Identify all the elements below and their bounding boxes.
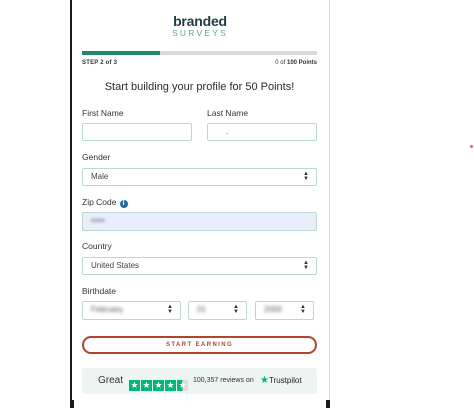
zip-label-text: Zip Code — [82, 197, 117, 207]
logo-subtitle: SURVEYS — [172, 28, 228, 38]
gender-value: Male — [91, 172, 109, 181]
info-icon[interactable]: i — [119, 200, 128, 208]
select-arrows-icon: ▲ ▼ — [300, 304, 306, 315]
stray-dot — [470, 145, 473, 148]
first-name-label: First Name — [82, 108, 124, 118]
page-heading: Start building your profile for 50 Point… — [104, 81, 295, 93]
birth-month-value: February — [91, 305, 124, 314]
star-icon: ★ — [129, 380, 140, 391]
birth-day-select[interactable]: 01 ▲ ▼ — [188, 301, 247, 320]
last-name-label: Last Name — [207, 108, 249, 118]
zip-label: Zip Code i — [82, 197, 128, 208]
select-arrows-icon: ▲ ▼ — [303, 171, 309, 182]
trust-stars: ★ ★ ★ ★ ★ — [129, 375, 189, 391]
trustpilot-widget[interactable]: Great ★ ★ ★ ★ ★ 100,357 reviews on ★Trustpil… — [82, 368, 317, 394]
page-border-right — [329, 0, 330, 408]
trustpilot-logo: ★Trustpilot — [260, 375, 302, 386]
trust-rating-word: Great — [98, 375, 124, 386]
gender-select[interactable]: Male ▲ ▼ — [82, 168, 317, 186]
birth-year-select[interactable]: 2000 ▲ ▼ — [255, 301, 314, 320]
points-label: 0 of 100 Points — [275, 60, 317, 66]
country-select[interactable]: United States ▲ ▼ — [82, 257, 317, 275]
birthdate-label: Birthdate — [82, 286, 117, 296]
start-earning-button[interactable]: START EARNING — [82, 336, 317, 354]
trustpilot-brand: Trustpilot — [268, 376, 302, 385]
gender-label: Gender — [82, 152, 111, 162]
progress-bar — [82, 51, 317, 55]
country-label: Country — [82, 241, 112, 251]
page-corner-right — [326, 400, 330, 408]
select-arrows-icon: ▲ ▼ — [303, 260, 309, 271]
birth-day-value: 01 — [197, 305, 206, 314]
select-arrows-icon: ▲ ▼ — [233, 304, 239, 315]
select-arrows-icon: ▲ ▼ — [167, 304, 173, 315]
page-corner-left — [70, 400, 74, 408]
zip-input[interactable]: ••••• — [82, 212, 317, 231]
brand-logo: branded SURVEYS — [170, 14, 230, 38]
points-value: 100 Points — [286, 60, 317, 66]
page-border-left — [70, 0, 72, 408]
trustpilot-star-icon: ★ — [260, 375, 269, 386]
review-count: 100,357 reviews on — [193, 377, 254, 384]
progress-fill — [82, 51, 160, 55]
zip-value: ••••• — [91, 216, 106, 225]
star-half-icon: ★ — [177, 380, 188, 391]
step-label: STEP 2 of 3 — [82, 60, 118, 66]
last-name-input[interactable]: . — [207, 123, 317, 141]
logo-wordmark: branded — [173, 13, 227, 29]
star-icon: ★ — [153, 380, 164, 391]
birth-year-value: 2000 — [264, 305, 282, 314]
points-prefix: 0 of — [275, 60, 287, 66]
country-value: United States — [91, 261, 140, 270]
star-icon: ★ — [141, 380, 152, 391]
birth-month-select[interactable]: February ▲ ▼ — [82, 301, 181, 320]
first-name-input[interactable] — [82, 123, 192, 141]
star-icon: ★ — [165, 380, 176, 391]
